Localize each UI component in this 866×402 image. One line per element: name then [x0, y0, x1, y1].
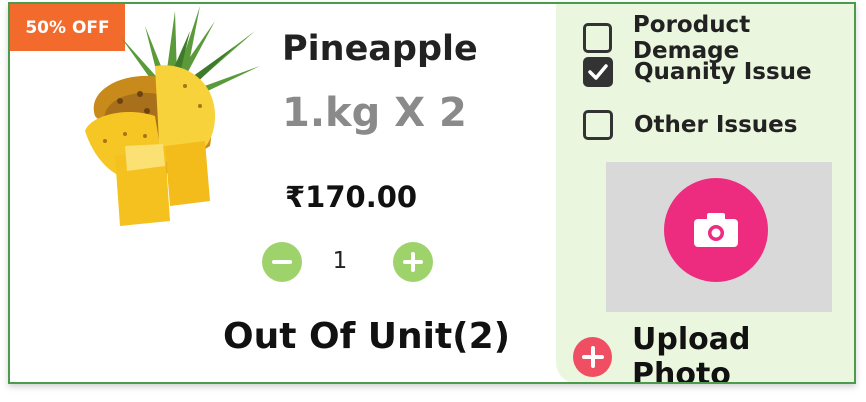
- product-name: Pineapple: [282, 29, 478, 69]
- quantity-issue-checkbox[interactable]: [583, 57, 613, 87]
- check-icon: [588, 64, 608, 80]
- decrease-quantity-button[interactable]: [262, 242, 302, 282]
- order-item-card: 50% OFF Pineapple 1.kg X 2 ₹170.00 1 Out…: [8, 2, 856, 384]
- increase-quantity-button[interactable]: [393, 242, 433, 282]
- product-price: ₹170.00: [285, 180, 418, 214]
- camera-icon: [694, 213, 738, 247]
- other-issues-checkbox[interactable]: [583, 110, 613, 140]
- issue-label: Quanity Issue: [634, 59, 812, 85]
- upload-photo-label: Upload Photo: [631, 322, 751, 384]
- pineapple-image: [85, 6, 260, 226]
- product-weight: 1.kg X 2: [282, 90, 467, 136]
- upload-photo-button[interactable]: Upload Photo: [573, 322, 854, 384]
- minus-icon: [272, 260, 292, 264]
- photo-upload-area[interactable]: [606, 162, 832, 312]
- add-icon: [573, 337, 612, 377]
- issue-other[interactable]: Other Issues: [583, 110, 797, 140]
- product-damage-checkbox[interactable]: [583, 23, 612, 53]
- quantity-value: 1: [332, 248, 348, 274]
- issue-label: Other Issues: [634, 112, 798, 138]
- camera-button[interactable]: [664, 178, 768, 282]
- out-of-unit-label: Out Of Unit(2): [223, 316, 511, 357]
- issue-quantity[interactable]: Quanity Issue: [583, 57, 812, 87]
